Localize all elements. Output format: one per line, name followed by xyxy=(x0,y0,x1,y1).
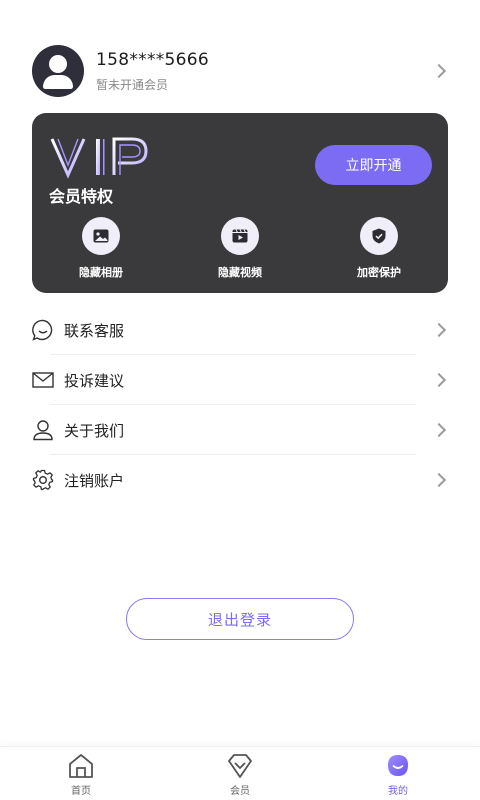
menu-item-about-us[interactable]: 关于我们 xyxy=(32,405,448,455)
settings-icon xyxy=(32,469,54,491)
menu-item-label: 联系客服 xyxy=(64,321,125,340)
menu-item-feedback[interactable]: 投诉建议 xyxy=(32,355,448,405)
diamond-icon xyxy=(228,754,252,778)
membership-status: 暂未开通会员 xyxy=(96,77,169,92)
open-vip-button[interactable]: 立即开通 xyxy=(315,145,432,185)
profile-text: 158****5666 暂未开通会员 xyxy=(96,50,434,93)
chevron-right-icon xyxy=(431,322,447,338)
perk-icon-circle xyxy=(82,217,120,255)
vip-title: 会员特权 xyxy=(49,187,114,206)
video-icon xyxy=(232,229,248,243)
perk-hidden-album[interactable]: 隐藏相册 xyxy=(61,217,141,280)
person-icon xyxy=(32,419,54,441)
vip-card: 会员特权 立即开通 隐藏相册 隐藏视频 加密保护 xyxy=(32,113,448,293)
logout-button[interactable]: 退出登录 xyxy=(126,598,354,640)
profile-header[interactable]: 158****5666 暂未开通会员 xyxy=(32,44,448,98)
phone-number: 158****5666 xyxy=(96,49,210,70)
chevron-right-icon xyxy=(431,422,447,438)
chevron-right-icon xyxy=(431,372,447,388)
tab-label: 首页 xyxy=(71,786,91,797)
perk-label: 加密保护 xyxy=(357,266,401,279)
menu-item-contact-support[interactable]: 联系客服 xyxy=(32,305,448,355)
menu-item-label: 投诉建议 xyxy=(64,371,125,390)
profile-icon xyxy=(388,755,408,776)
menu-item-delete-account[interactable]: 注销账户 xyxy=(32,455,448,505)
chevron-right-icon xyxy=(431,472,447,488)
tab-mine[interactable]: 我的 xyxy=(368,753,428,797)
perk-encryption[interactable]: 加密保护 xyxy=(339,217,419,280)
perk-hidden-video[interactable]: 隐藏视频 xyxy=(200,217,280,280)
home-icon xyxy=(69,754,93,778)
chat-icon xyxy=(32,319,54,341)
tab-membership[interactable]: 会员 xyxy=(210,753,270,797)
avatar[interactable] xyxy=(32,45,84,97)
tab-label: 我的 xyxy=(388,786,408,797)
vip-logo xyxy=(50,137,148,179)
bottom-tab-bar: 首页 会员 我的 xyxy=(0,746,480,800)
settings-menu: 联系客服 投诉建议 关于我们 注销账户 xyxy=(32,305,448,505)
perk-icon-circle xyxy=(221,217,259,255)
menu-item-label: 注销账户 xyxy=(64,471,125,490)
perk-icon-circle xyxy=(360,217,398,255)
shield-icon xyxy=(372,228,386,244)
avatar-head xyxy=(49,55,67,73)
avatar-body xyxy=(43,75,73,89)
menu-item-label: 关于我们 xyxy=(64,421,125,440)
perk-label: 隐藏相册 xyxy=(79,266,123,279)
tab-label: 会员 xyxy=(230,786,250,797)
album-icon xyxy=(93,229,109,243)
chevron-right-icon[interactable] xyxy=(431,63,447,79)
mail-icon xyxy=(32,369,54,391)
perk-label: 隐藏视频 xyxy=(218,266,262,279)
tab-home[interactable]: 首页 xyxy=(51,753,111,797)
